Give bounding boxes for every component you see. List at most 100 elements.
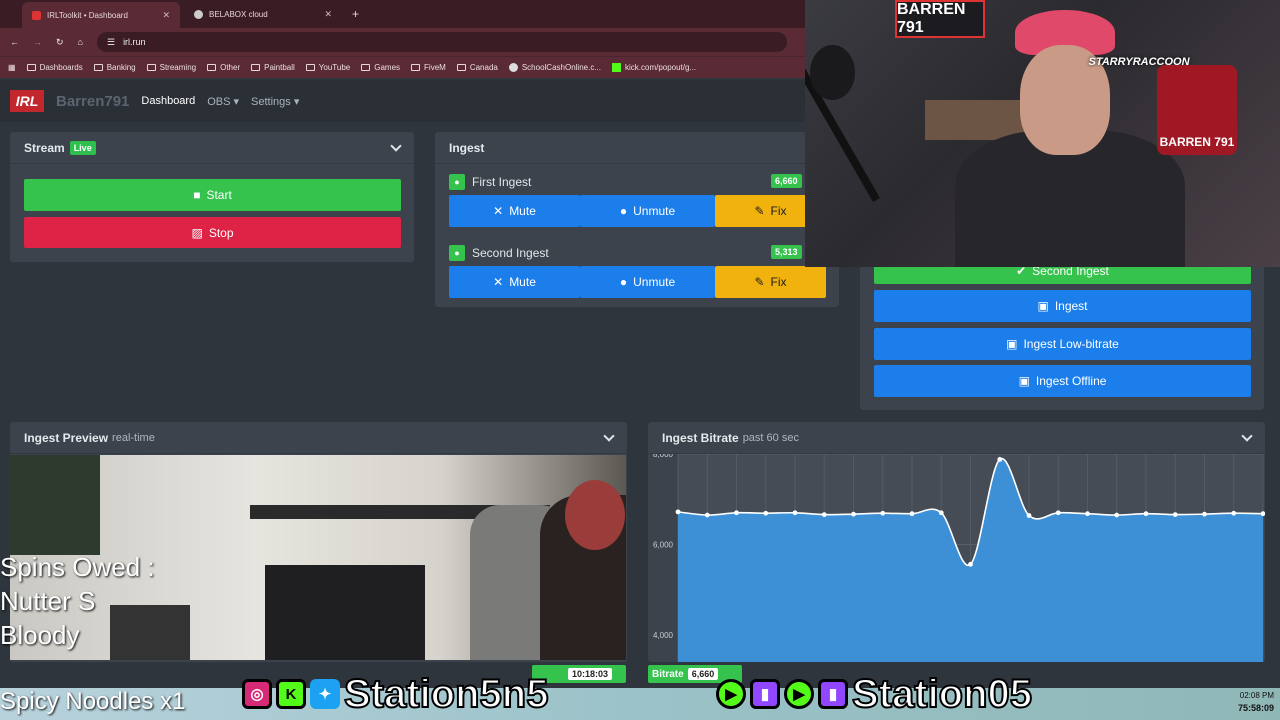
chart-data-point (763, 510, 769, 516)
scene-ingest-low-bitrate-button[interactable]: ▣ Ingest Low-bitrate (874, 328, 1251, 360)
chart-data-point (968, 561, 973, 567)
collapse-chevron-icon[interactable] (603, 429, 615, 442)
bookmark-schoolcash[interactable]: SchoolCashOnline.c... (508, 63, 601, 72)
url-field[interactable]: ☰ irl.run (96, 32, 787, 52)
home-icon[interactable]: ⌂ (78, 37, 83, 47)
kick-icon: K (276, 679, 306, 709)
bitrate-value: 6,660 (687, 668, 719, 680)
bookmark-fivem[interactable]: FiveM (411, 63, 446, 72)
chart-data-point (734, 510, 739, 516)
stop-stream-button[interactable]: ▨ Stop (24, 217, 401, 248)
chart-data-point (1026, 513, 1032, 518)
back-icon[interactable]: ← (10, 37, 19, 47)
folder-icon (207, 64, 217, 71)
chalkboard (10, 455, 100, 555)
social-handle-left: ◎ K ✦ Station5n5 (242, 672, 549, 716)
second-ingest-mute-button[interactable]: ✕ Mute (449, 266, 580, 298)
robot-icon: ▣ (1037, 299, 1049, 313)
video-off-icon: ▨ (191, 225, 203, 240)
chart-data-point (1143, 511, 1149, 517)
scene-ingest-button[interactable]: ▣ Ingest (874, 290, 1251, 322)
robot-icon: ▣ (1006, 337, 1018, 351)
chart-y-tick-label: 6,000 (653, 540, 674, 549)
irl-logo[interactable]: IRL (10, 90, 44, 112)
bookmark-dashboards[interactable]: Dashboards (26, 63, 83, 72)
spins-owed-text: Spins Owed : (0, 552, 155, 582)
close-tab-icon[interactable]: ✕ (324, 9, 332, 20)
nutter-text: Nutter S (0, 586, 96, 616)
instagram-icon: ◎ (242, 679, 272, 709)
microphone-icon: ● (449, 245, 465, 261)
folder-icon (411, 64, 421, 71)
brand-name[interactable]: Barren791 (56, 93, 129, 110)
ingest-bitrate-panel: Ingest Bitrate past 60 sec 8,000 6,000 4,00… (648, 422, 1265, 662)
robot-icon: ▣ (1018, 374, 1030, 388)
chart-data-point (704, 512, 710, 518)
nav-obs-dropdown[interactable]: OBS ▾ (207, 95, 239, 108)
new-tab-button[interactable]: + (342, 4, 369, 24)
twitter-icon: ✦ (310, 679, 340, 709)
bookmark-youtube[interactable]: YouTube (305, 63, 350, 72)
twitch-icon: ▮ (818, 679, 848, 709)
toy-shelf (110, 605, 190, 660)
start-stream-button[interactable]: ■ Start (24, 179, 401, 211)
chart-data-point (1202, 511, 1207, 517)
bookmark-streaming[interactable]: Streaming (146, 63, 196, 72)
person-head (565, 480, 625, 550)
spicy-noodles-text: Spicy Noodles x1 (0, 688, 186, 715)
mic-mute-icon: ✕ (493, 275, 504, 289)
first-ingest-unmute-button[interactable]: ● Unmute (580, 195, 715, 227)
scene-ingest-offline-button[interactable]: ▣ Ingest Offline (874, 365, 1251, 397)
handle-text: Station05 (851, 672, 1033, 716)
mic-icon: ● (619, 275, 628, 289)
play-icon: ▶ (784, 679, 814, 709)
chart-data-point (792, 510, 798, 516)
bloody-text: Bloody (0, 620, 80, 650)
chart-data-point (851, 511, 856, 517)
chart-data-point (1085, 511, 1090, 517)
bookmark-banking[interactable]: Banking (93, 63, 136, 72)
bitrate-header: Ingest Bitrate past 60 sec (648, 422, 1265, 454)
scenes-panel: ✔ Second Ingest ▣ Ingest ▣ Ingest Low-bitra… (860, 250, 1264, 410)
chart-data-point (880, 510, 886, 516)
tab-irltoolkit[interactable]: IRLToolkit • Dashboard ✕ (22, 2, 180, 28)
collapse-chevron-icon[interactable] (1241, 429, 1253, 442)
tab-title: IRLToolkit • Dashboard (47, 10, 128, 20)
bottom-ticker-bar (0, 688, 1280, 720)
social-handle-right: ▶ ▮ ▶ ▮ Station05 (716, 672, 1033, 716)
bookmark-kick[interactable]: kick.com/popout/g... (612, 63, 696, 72)
uptime-counter: 75:58:09 (1237, 703, 1274, 713)
nav-settings-dropdown[interactable]: Settings ▾ (251, 95, 299, 108)
second-ingest-unmute-button[interactable]: ● Unmute (580, 266, 715, 298)
bookmark-other[interactable]: Other (207, 63, 240, 72)
first-ingest-mute-button[interactable]: ✕ Mute (449, 195, 580, 227)
starryraccoon-logo: STARRYRACCOON (1088, 56, 1190, 68)
folder-icon (361, 64, 371, 71)
apps-icon[interactable]: ▦ (8, 63, 16, 72)
folder-icon (26, 64, 36, 71)
folder-icon (93, 64, 103, 71)
tab-belabox[interactable]: BELABOX cloud ✕ (184, 4, 342, 24)
chart-data-point (675, 509, 681, 515)
chart-data-point (938, 510, 944, 516)
bookmark-canada[interactable]: Canada (456, 63, 498, 72)
schoolcash-icon (508, 63, 518, 72)
twitch-icon: ▮ (750, 679, 780, 709)
close-tab-icon[interactable]: ✕ (162, 10, 170, 21)
system-clock: 02:08 PM 75:58:09 (1238, 690, 1274, 714)
reload-icon[interactable]: ↻ (56, 37, 64, 48)
video-camera-icon: ■ (193, 188, 201, 202)
collapse-chevron-icon[interactable] (390, 139, 402, 152)
second-ingest-fix-button[interactable]: ✎ Fix (715, 266, 826, 298)
nav-dashboard[interactable]: Dashboard (141, 95, 195, 107)
bookmark-paintball[interactable]: Paintball (251, 63, 295, 72)
forward-icon[interactable]: → (33, 37, 42, 47)
folder-icon (456, 64, 466, 71)
url-text: irl.run (123, 37, 146, 47)
site-info-icon[interactable]: ☰ (107, 37, 115, 48)
chart-y-tick-label: 8,000 (653, 454, 674, 459)
stream-panel: Stream Live ■ Start ▨ Stop (10, 132, 414, 262)
neon-sign: BARREN 791 (895, 0, 985, 38)
second-ingest-label: ● Second Ingest (449, 245, 549, 261)
bookmark-games[interactable]: Games (361, 63, 400, 72)
